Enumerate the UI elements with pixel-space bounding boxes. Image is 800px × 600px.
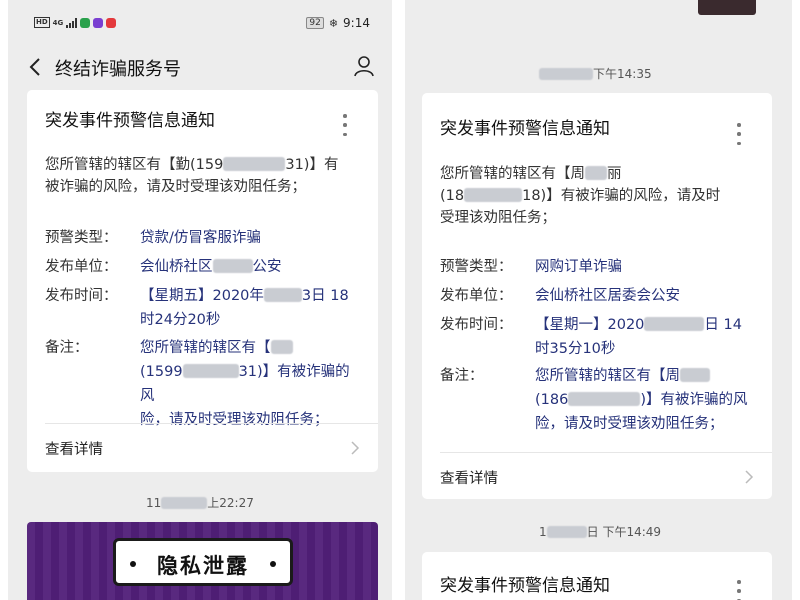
message-timestamp: 下午14:35 <box>539 65 652 82</box>
card-message: 您所管辖的辖区有【周丽 (18 18)】有被诈骗的风险，请及时 受理该劝阻任务； <box>440 166 721 226</box>
redacted-text <box>585 166 607 180</box>
redacted-text <box>546 526 587 538</box>
redacted-text <box>644 317 705 331</box>
message-timestamp: 1日 下午14:49 <box>539 525 662 539</box>
more-options-icon[interactable] <box>736 123 742 145</box>
back-arrow-icon[interactable] <box>26 56 46 78</box>
redacted-text <box>270 340 293 354</box>
view-details-link[interactable]: 查看详情 <box>440 467 498 488</box>
redacted-text <box>182 364 239 378</box>
left-screenshot: HD 4G 92 ❄ 9:14 终结诈骗服务号 突发事件预警信息通知 您所管辖的… <box>8 0 392 600</box>
battery-indicator: 92 <box>306 17 324 29</box>
divider <box>45 423 378 424</box>
status-bar: HD 4G 92 ❄ 9:14 <box>8 0 392 44</box>
user-profile-icon[interactable] <box>352 54 376 78</box>
more-options-icon[interactable] <box>342 114 348 136</box>
field-publish-time: 发布时间： 【星期五】2020年 3日 18 时24分20秒 <box>45 288 349 328</box>
redacted-text <box>223 157 286 171</box>
redacted-text <box>212 259 253 273</box>
redacted-text <box>539 68 593 80</box>
card-title: 突发事件预警信息通知 <box>440 576 610 596</box>
right-screenshot: 下午14:35 突发事件预警信息通知 您所管辖的辖区有【周丽 (18 18)】有被… <box>405 0 792 600</box>
page-title: 终结诈骗服务号 <box>55 59 181 80</box>
redacted-text <box>464 188 523 202</box>
view-details-link[interactable]: 查看详情 <box>45 438 103 459</box>
banner-text: 隐私泄露 <box>157 554 249 578</box>
redacted-text <box>568 392 641 406</box>
signal-icon <box>66 17 78 28</box>
network-type: 4G <box>52 18 64 27</box>
app-notification-icon <box>106 17 117 28</box>
field-publish-time: 发布时间： 【星期一】2020 日 14 时35分10秒 <box>440 317 742 357</box>
promo-banner[interactable]: 隐私泄露 <box>27 522 378 600</box>
redacted-text <box>263 288 302 302</box>
redacted-text <box>680 368 710 382</box>
alert-card[interactable]: 突发事件预警信息通知 您所管辖的辖区有【周丽 (18 18)】有被诈骗的风险，请及… <box>422 93 772 499</box>
chat-header: 终结诈骗服务号 <box>8 44 392 90</box>
field-remark: 备注： 您所管辖的辖区有【 (1599 31)】有被诈骗的风 险，请及时受理该劝阻任务… <box>45 340 350 428</box>
alert-card[interactable]: 突发事件预警信息通知 <box>422 552 772 600</box>
redacted-text <box>161 497 208 509</box>
field-remark: 备注： 您所管辖的辖区有【周 (186)】有被诈骗的风 险，请及时受理该劝阻任务； <box>440 368 748 432</box>
chevron-right-icon <box>745 470 754 484</box>
app-notification-icon <box>80 17 91 28</box>
more-options-icon[interactable] <box>736 580 742 600</box>
alert-card[interactable]: 突发事件预警信息通知 您所管辖的辖区有【勤(159 31)】有 被诈骗的风险，请及… <box>27 90 378 472</box>
message-timestamp: 11 上22:27 <box>146 496 254 510</box>
card-message: 您所管辖的辖区有【勤(159 31)】有 被诈骗的风险，请及时受理该劝阻任务； <box>45 157 339 195</box>
app-notification-icon <box>93 17 104 28</box>
status-time: 9:14 <box>343 16 370 30</box>
banner-label-box: 隐私泄露 <box>113 538 293 586</box>
network-tag: HD <box>34 17 50 28</box>
card-title: 突发事件预警信息通知 <box>440 119 610 139</box>
card-title: 突发事件预警信息通知 <box>45 111 215 131</box>
divider <box>440 452 772 453</box>
leaf-icon: ❄ <box>328 16 339 30</box>
chevron-right-icon <box>351 441 360 455</box>
image-message-thumbnail[interactable] <box>698 0 756 15</box>
